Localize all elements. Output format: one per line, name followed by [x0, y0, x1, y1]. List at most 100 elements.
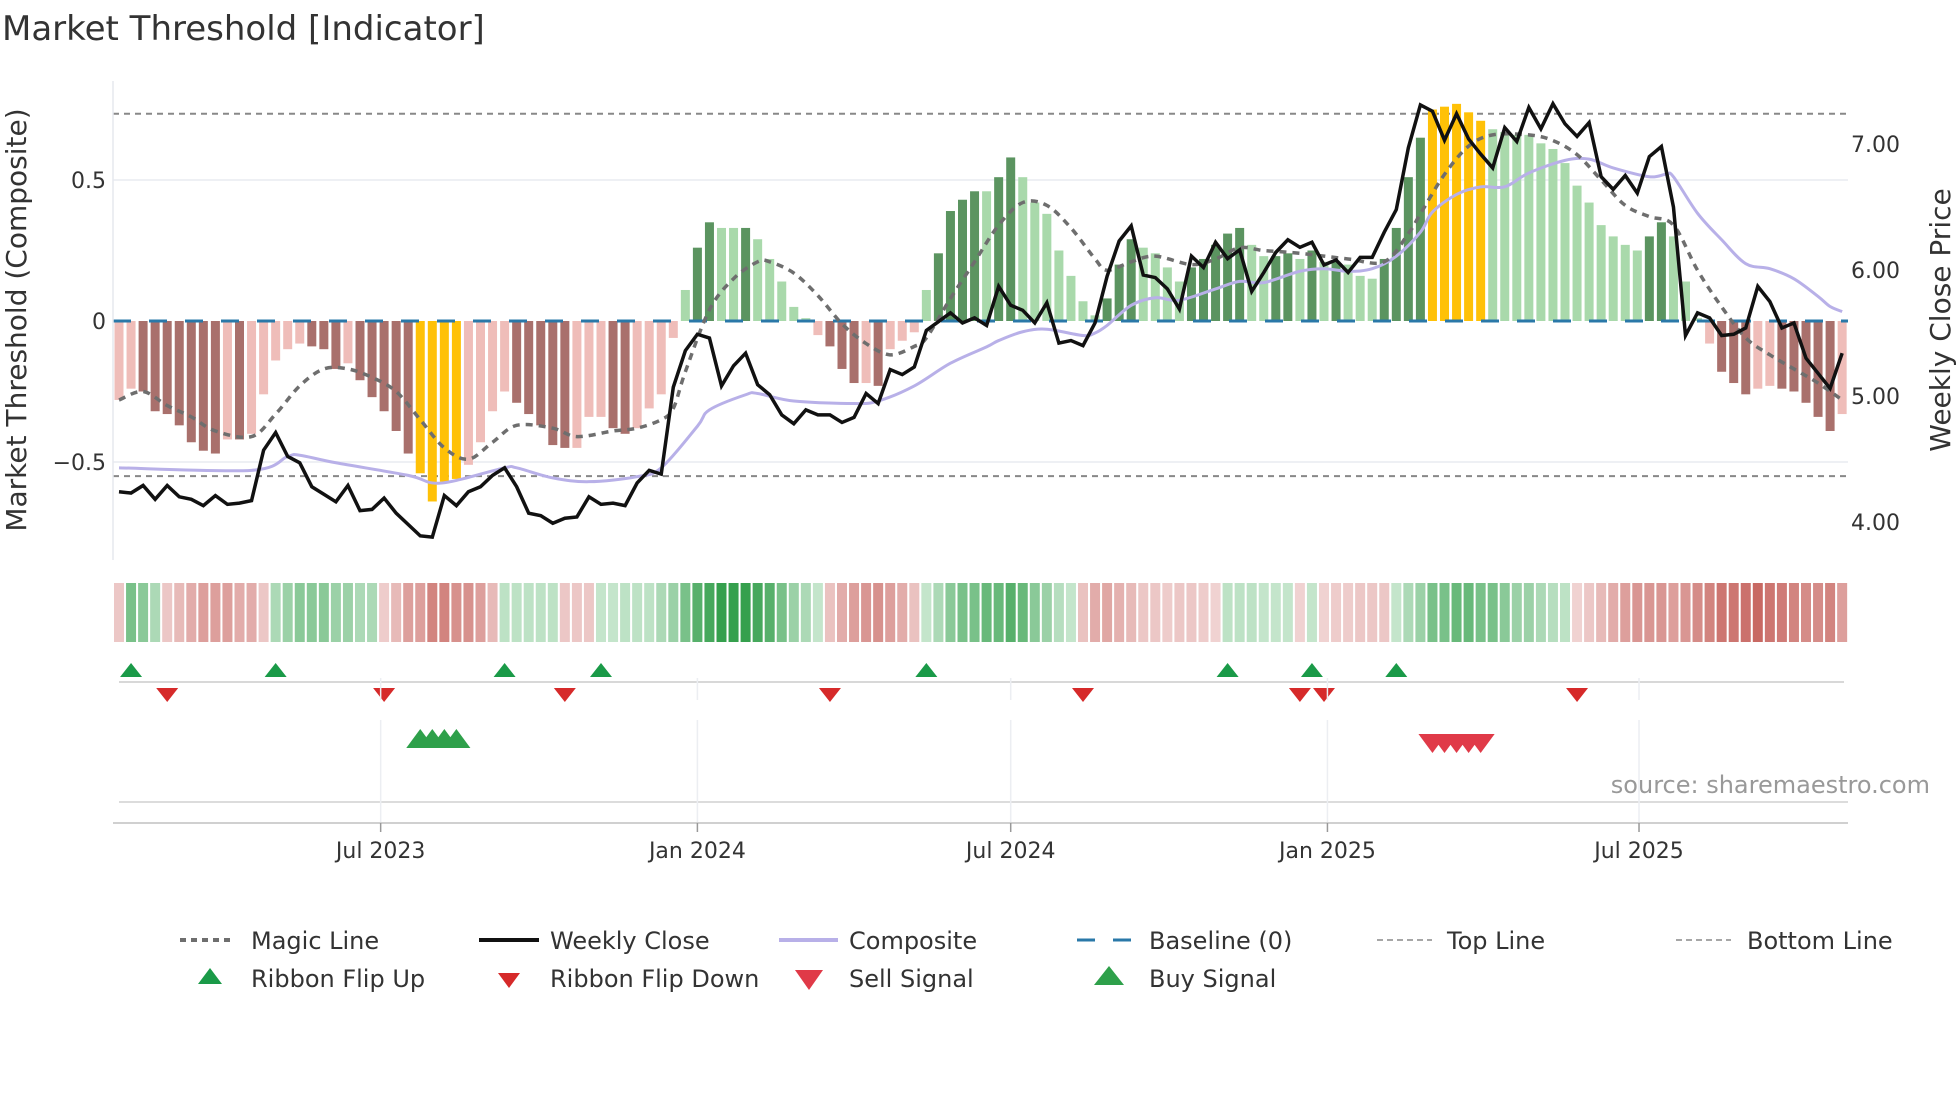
ribbon-cell [1005, 583, 1016, 642]
composite-bar [1548, 148, 1558, 321]
ribbon-cell [1029, 583, 1040, 642]
composite-bar [813, 321, 823, 336]
ribbon-cell [969, 583, 980, 642]
composite-bar [560, 321, 570, 448]
ribbon-cell [752, 583, 763, 642]
ribbon-cell [198, 583, 209, 642]
composite-bar [1355, 275, 1365, 321]
ribbon-cell [1343, 583, 1354, 642]
composite-bar [1054, 250, 1064, 321]
ribbon-flip-up-marker [1385, 663, 1408, 677]
ribbon-cell [1282, 583, 1293, 642]
composite-bar [403, 321, 413, 454]
ribbon-cell [138, 583, 149, 642]
composite-bar [1319, 261, 1329, 321]
composite-bar [1512, 134, 1522, 321]
ribbon-cell [258, 583, 269, 642]
ribbon-cell [1294, 583, 1305, 642]
composite-bar [1596, 225, 1606, 321]
composite-bar [439, 321, 449, 482]
ribbon-cell [1668, 583, 1679, 642]
ribbon-cell [415, 583, 426, 642]
composite-bar [536, 321, 546, 426]
ribbon-cell [391, 583, 402, 642]
ribbon-cell [849, 583, 860, 642]
ribbon-cell [1608, 583, 1619, 642]
composite-bar [391, 321, 401, 431]
ribbon-cell [463, 583, 474, 642]
composite-bar [825, 321, 835, 347]
ribbon-cell [921, 583, 932, 642]
composite-bar [283, 321, 293, 350]
ribbon-cell [1716, 583, 1727, 642]
legend-label: Magic Line [251, 927, 379, 955]
composite-bar [656, 321, 666, 395]
composite-bar [259, 321, 269, 395]
ribbon-cell [1788, 583, 1799, 642]
ribbon-cell [1162, 583, 1173, 642]
legend-label: Ribbon Flip Up [251, 965, 425, 993]
composite-bar [524, 321, 534, 415]
ribbon-cell [234, 583, 245, 642]
ribbon-flip-down-marker [1288, 688, 1311, 702]
composite-bar [1500, 132, 1510, 321]
composite-bar [198, 321, 208, 451]
ribbon-cell [1776, 583, 1787, 642]
ribbon-cell [162, 583, 173, 642]
triangle-up-icon [1094, 966, 1124, 985]
composite-bar [1367, 278, 1377, 321]
ribbon-cell [306, 583, 317, 642]
ribbon-cell [656, 583, 667, 642]
left-axis-title: Market Threshold (Composite) [0, 108, 33, 531]
ribbon-cell [1078, 583, 1088, 642]
composite-bar [1271, 256, 1281, 321]
composite-bar [512, 321, 522, 403]
composite-bar [680, 289, 690, 321]
ribbon-cell [1547, 583, 1558, 642]
ribbon-cell [1499, 583, 1510, 642]
legend-item-buy-signal: Buy Signal [1094, 965, 1276, 993]
left-tick-label: −0.5 [53, 451, 106, 476]
magic-line [118, 132, 1844, 461]
composite-bar [1235, 227, 1245, 321]
ribbon-cell [1234, 583, 1245, 642]
composite-bar [1379, 258, 1389, 321]
ribbon-flip-down-marker [373, 688, 396, 702]
ribbon-flip-down-marker [1566, 688, 1589, 702]
composite-bar [307, 321, 317, 347]
composite-bar [138, 321, 148, 392]
composite-bar [1006, 157, 1016, 321]
composite-bar [271, 321, 281, 361]
ribbon-cell [1210, 583, 1221, 642]
legend-label: Ribbon Flip Down [550, 965, 759, 993]
composite-bar [1307, 250, 1317, 321]
composite-bar [1030, 202, 1040, 321]
ribbon-cell [1246, 583, 1257, 642]
ribbon-cell [318, 583, 329, 642]
signal-rows [113, 663, 1848, 824]
ribbon-cell [596, 583, 606, 642]
composite-bar [729, 227, 739, 321]
ribbon-cell [174, 583, 185, 642]
x-tick-label: Jul 2025 [1592, 839, 1684, 864]
ribbon-cell [812, 583, 823, 642]
ribbon-cell [499, 583, 510, 642]
composite-bar [343, 321, 353, 364]
composite-bar [1608, 236, 1618, 321]
ribbon-cell [475, 583, 486, 642]
ribbon-cell [210, 583, 221, 642]
composite-bar [897, 321, 907, 341]
composite-bar [1572, 185, 1582, 321]
composite-bar [295, 321, 305, 344]
ribbon-cell [1041, 583, 1052, 642]
ribbon-cell [933, 583, 944, 642]
left-tick-label: 0 [92, 310, 106, 335]
composite-bar [1102, 298, 1112, 321]
ribbon-cell [885, 583, 896, 642]
ribbon-cell [1487, 583, 1498, 642]
composite-bar [632, 321, 642, 429]
ribbon-cell [861, 583, 872, 642]
trend-ribbon [114, 583, 1848, 642]
ribbon-cell [403, 583, 414, 642]
composite-bar [777, 281, 787, 321]
